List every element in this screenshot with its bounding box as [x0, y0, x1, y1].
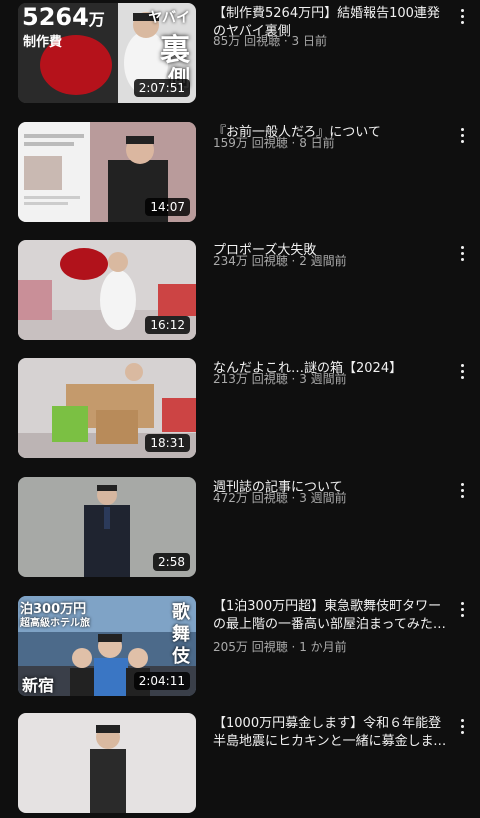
view-count: 234万 回視聴	[213, 254, 288, 268]
upload-age: 3 日前	[291, 34, 327, 48]
video-item[interactable]: 2:58 週刊誌の記事について 472万 回視聴 · 3 週間前	[0, 477, 480, 582]
more-vertical-icon[interactable]	[451, 715, 473, 737]
meta-separator: ·	[280, 34, 292, 48]
more-vertical-icon[interactable]	[451, 479, 473, 501]
meta-separator: ·	[287, 136, 300, 150]
video-thumbnail[interactable]: 18:31	[18, 358, 196, 458]
more-vertical-icon[interactable]	[451, 360, 473, 382]
video-thumbnail[interactable]: 5264万 制作費 ヤバイ 裏 側 2:07:51	[18, 3, 196, 103]
meta-separator: ·	[287, 254, 300, 268]
thumb-unit: 万	[88, 10, 105, 29]
view-count: 472万 回視聴	[213, 491, 288, 505]
video-item[interactable]: 泊300万円 超高級ホテル旅 新宿 歌 舞 伎 2:04:11 【1泊300万円…	[0, 596, 480, 701]
upload-age: 2 週間前	[299, 254, 347, 268]
thumb-right1: ヤバイ	[148, 10, 190, 26]
video-duration: 2:07:51	[133, 79, 190, 97]
upload-age: 3 週間前	[299, 372, 347, 386]
video-meta: 205万 回視聴 · 1 か月前	[213, 639, 453, 655]
video-item[interactable]: 16:12 プロポーズ大失敗 234万 回視聴 · 2 週間前	[0, 240, 480, 345]
video-thumbnail[interactable]: 14:07	[18, 122, 196, 222]
video-item[interactable]: 14:07 『お前一般人だろ』について 159万 回視聴 · 8 日前	[0, 122, 480, 227]
video-meta: 472万 回視聴 · 3 週間前	[213, 490, 453, 506]
video-item[interactable]: 【1000万円募金します】令和６年能登半島地震にヒカキンと一緒に募金しませんか	[0, 713, 480, 818]
upload-age: 8 日前	[299, 136, 335, 150]
video-duration: 2:04:11	[133, 672, 190, 690]
video-meta: 159万 回視聴 · 8 日前	[213, 135, 453, 151]
video-duration: 18:31	[145, 434, 190, 452]
video-thumbnail[interactable]	[18, 713, 196, 813]
upload-age: 1 か月前	[299, 640, 347, 654]
meta-separator: ·	[287, 640, 300, 654]
view-count: 205万 回視聴	[213, 640, 288, 654]
video-title[interactable]: 【1000万円募金します】令和６年能登半島地震にヒカキンと一緒に募金しませんか	[213, 715, 449, 751]
view-count: 85万 回視聴	[213, 34, 281, 48]
upload-age: 3 週間前	[299, 491, 347, 505]
video-title[interactable]: 【1泊300万円超】東急歌舞伎町タワーの最上階の一番高い部屋泊まってみた！【ヒカ…	[213, 598, 449, 634]
meta-separator: ·	[287, 372, 300, 386]
video-duration: 16:12	[145, 316, 190, 334]
thumb-sub: 超高級ホテル旅	[20, 618, 90, 629]
thumb-right3: 伎	[172, 646, 190, 667]
view-count: 213万 回視聴	[213, 372, 288, 386]
video-thumbnail[interactable]: 2:58	[18, 477, 196, 577]
meta-separator: ·	[287, 491, 300, 505]
thumb-sub: 制作費	[23, 35, 63, 50]
video-item[interactable]: 18:31 なんだよこれ…謎の箱【2024】 213万 回視聴 · 3 週間前	[0, 358, 480, 463]
thumb-number: 5264	[22, 3, 89, 31]
more-vertical-icon[interactable]	[451, 598, 473, 620]
view-count: 159万 回視聴	[213, 136, 288, 150]
thumbnail-image	[18, 713, 196, 813]
more-vertical-icon[interactable]	[451, 5, 473, 27]
video-duration: 2:58	[153, 553, 190, 571]
video-thumbnail[interactable]: 16:12	[18, 240, 196, 340]
video-meta: 85万 回視聴 · 3 日前	[213, 33, 453, 49]
more-vertical-icon[interactable]	[451, 124, 473, 146]
video-duration: 14:07	[145, 198, 190, 216]
more-vertical-icon[interactable]	[451, 242, 473, 264]
thumb-bottom: 新宿	[22, 676, 55, 695]
video-meta: 213万 回視聴 · 3 週間前	[213, 371, 453, 387]
video-meta: 234万 回視聴 · 2 週間前	[213, 253, 453, 269]
video-thumbnail[interactable]: 泊300万円 超高級ホテル旅 新宿 歌 舞 伎 2:04:11	[18, 596, 196, 696]
video-item[interactable]: 5264万 制作費 ヤバイ 裏 側 2:07:51 【制作費5264万円】結婚報…	[0, 3, 480, 108]
